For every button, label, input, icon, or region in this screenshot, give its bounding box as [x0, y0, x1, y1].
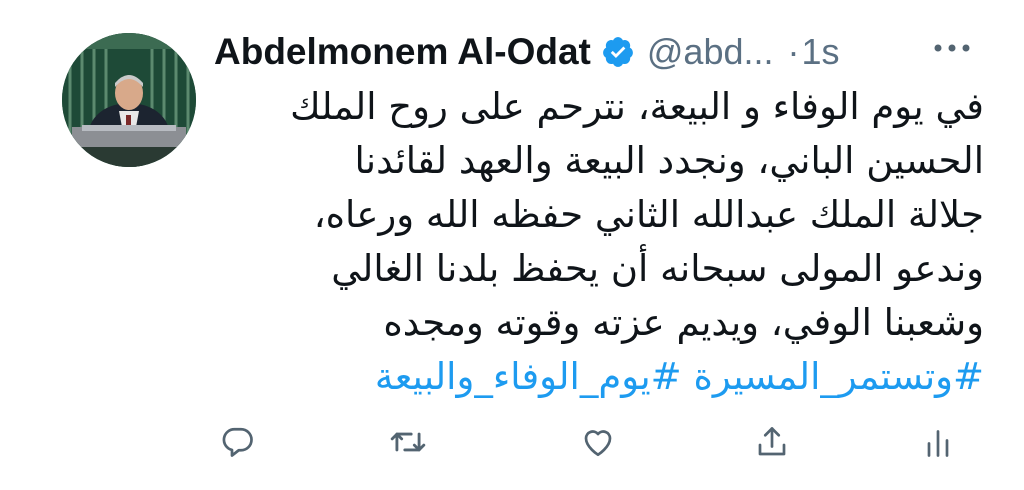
tweet-text-line: وندعو المولى سبحانه أن يحفظ بلدنا الغالي [331, 247, 984, 290]
display-name[interactable]: Abdelmonem Al-Odat [214, 31, 591, 73]
reply-button[interactable] [214, 420, 262, 468]
verified-badge-icon [601, 35, 635, 69]
hashtag-link[interactable]: #وتستمر_المسيرة [693, 355, 984, 398]
tweet-text-line: في يوم الوفاء و البيعة، نترحم على روح ال… [290, 85, 984, 128]
tweet-text-line: وشعبنا الوفي، ويديم عزته وقوته ومجده [383, 301, 984, 344]
like-button[interactable] [574, 420, 622, 468]
user-handle[interactable]: @abd... [647, 31, 774, 73]
action-bar [0, 420, 1024, 480]
avatar[interactable] [62, 33, 196, 167]
tweet-text-line: جلالة الملك عبدالله الثاني حفظه الله ورع… [313, 193, 984, 236]
analytics-icon [920, 424, 956, 464]
analytics-button[interactable] [914, 420, 962, 468]
tweet-text-line: الحسين الباني، ونجدد البيعة والعهد لقائد… [354, 139, 984, 182]
heart-icon [580, 424, 616, 464]
hashtag-link[interactable]: #يوم_الوفاء_والبيعة [375, 355, 682, 398]
tweet-text: في يوم الوفاء و البيعة، نترحم على روح ال… [214, 80, 984, 404]
share-icon [754, 424, 790, 464]
hashtag-line: #وتستمر_المسيرة #يوم_الوفاء_والبيعة [214, 350, 984, 404]
tweet[interactable]: Abdelmonem Al-Odat @abd... · 1s في يوم ا… [0, 0, 1024, 490]
retweet-button[interactable] [384, 420, 432, 468]
tweet-header: Abdelmonem Al-Odat @abd... · 1s [214, 28, 840, 76]
timestamp[interactable]: 1s [802, 31, 840, 73]
retweet-icon [389, 423, 427, 465]
separator-dot: · [787, 31, 800, 72]
more-dots-icon[interactable] [930, 38, 974, 58]
reply-icon [220, 424, 256, 464]
share-button[interactable] [748, 420, 796, 468]
